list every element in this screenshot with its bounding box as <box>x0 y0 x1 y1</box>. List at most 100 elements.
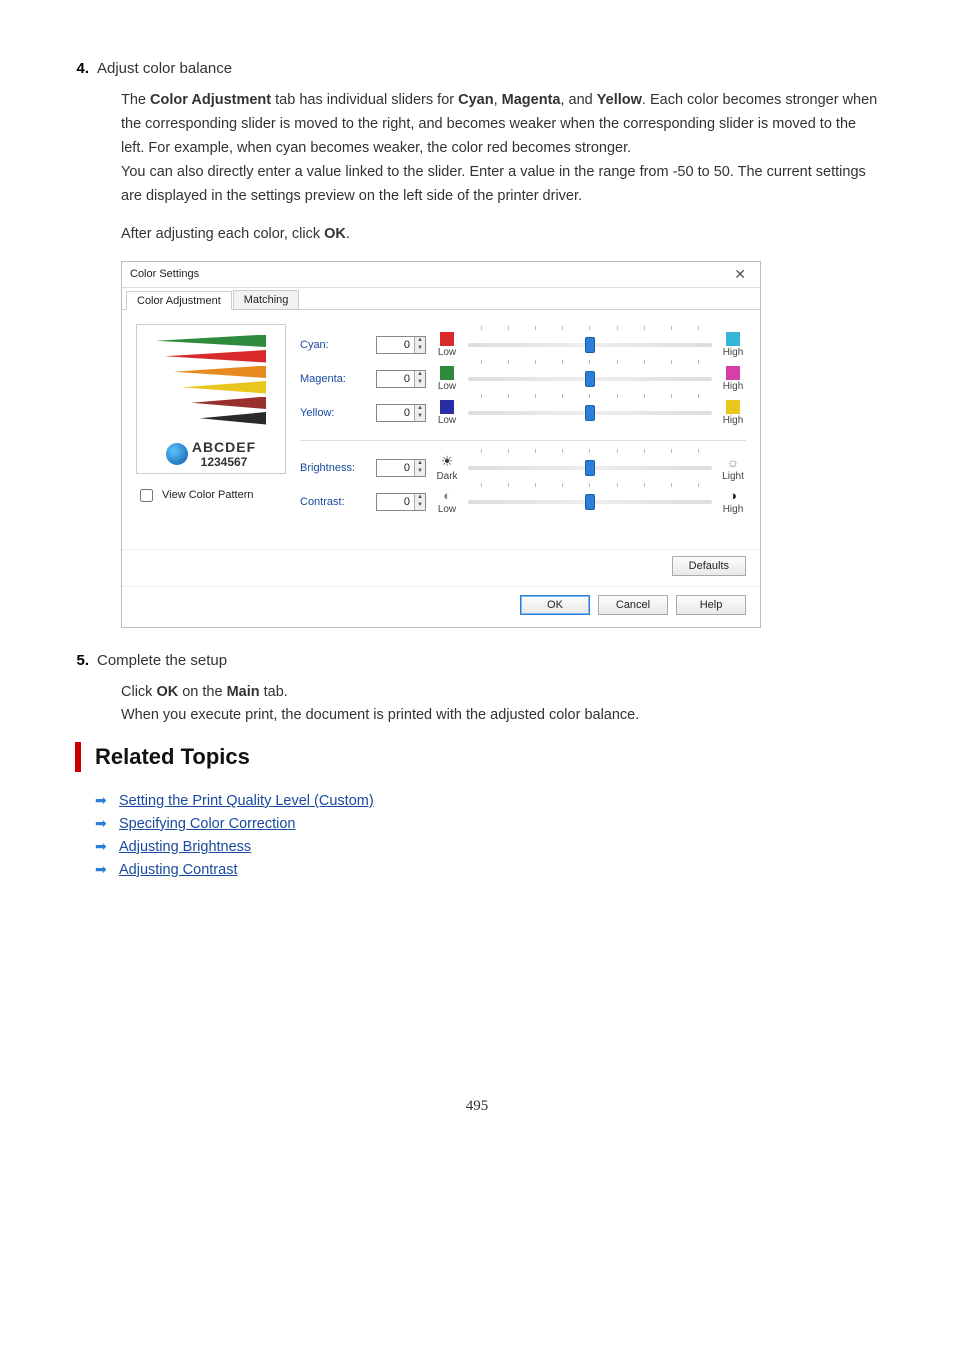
chevron-up-icon[interactable]: ▲ <box>415 337 425 345</box>
spinner-cyan-value[interactable]: 0 <box>377 337 414 353</box>
slider-contrast[interactable] <box>468 491 712 513</box>
swatch-yellow-icon <box>726 400 740 414</box>
swatch-magenta-icon <box>726 366 740 380</box>
arrow-right-icon: ➡ <box>95 792 109 809</box>
swatch-red-icon <box>440 332 454 346</box>
arrow-right-icon: ➡ <box>95 861 109 878</box>
slider-thumb[interactable] <box>585 337 595 353</box>
preview-globe-icon <box>166 443 188 465</box>
label-cyan: Cyan: <box>300 339 368 351</box>
related-item: ➡ Setting the Print Quality Level (Custo… <box>95 792 879 809</box>
row-contrast: Contrast: 0 ▲▼ ◐ Low <box>300 485 746 519</box>
slider-thumb[interactable] <box>585 405 595 421</box>
spinner-contrast-value[interactable]: 0 <box>377 494 414 510</box>
slider-thumb[interactable] <box>585 371 595 387</box>
chevron-down-icon[interactable]: ▼ <box>415 413 425 421</box>
slider-yellow[interactable] <box>468 402 712 424</box>
swatch-cyan-icon <box>726 332 740 346</box>
related-item: ➡ Adjusting Contrast <box>95 861 879 878</box>
slider-cyan[interactable] <box>468 334 712 356</box>
link-adjust-brightness[interactable]: Adjusting Brightness <box>119 839 251 855</box>
step-5-title: Complete the setup <box>97 652 227 669</box>
step-5-number: 5. <box>75 652 97 669</box>
spinner-yellow-value[interactable]: 0 <box>377 405 414 421</box>
preview-sample-text: ABCDEF <box>192 439 256 455</box>
chevron-down-icon[interactable]: ▼ <box>415 379 425 387</box>
low-label-cyan: Low <box>438 347 456 358</box>
spinner-magenta[interactable]: 0 ▲▼ <box>376 370 426 388</box>
help-button[interactable]: Help <box>676 595 746 615</box>
defaults-button[interactable]: Defaults <box>672 556 746 576</box>
label-contrast: Contrast: <box>300 496 368 508</box>
link-print-quality[interactable]: Setting the Print Quality Level (Custom) <box>119 793 374 809</box>
contrast-low-icon: ◐ <box>443 488 451 503</box>
dialog-titlebar: Color Settings ✕ <box>122 262 760 288</box>
slider-thumb[interactable] <box>585 494 595 510</box>
swatch-blue-icon <box>440 400 454 414</box>
spinner-cyan[interactable]: 0 ▲▼ <box>376 336 426 354</box>
low-label-yellow: Low <box>438 415 456 426</box>
sun-dark-icon: ☀ <box>441 453 454 470</box>
slider-magenta[interactable] <box>468 368 712 390</box>
step-5-heading: 5. Complete the setup <box>75 652 879 669</box>
link-color-correction[interactable]: Specifying Color Correction <box>119 816 296 832</box>
related-item: ➡ Adjusting Brightness <box>95 838 879 855</box>
dialog-title: Color Settings <box>130 268 199 280</box>
high-label-yellow: High <box>723 415 744 426</box>
low-label-contrast: Low <box>438 504 456 515</box>
related-topics-block: Related Topics <box>75 742 879 772</box>
chevron-down-icon[interactable]: ▼ <box>415 502 425 510</box>
row-yellow: Yellow: 0 ▲▼ Low <box>300 396 746 430</box>
chevron-up-icon[interactable]: ▲ <box>415 371 425 379</box>
spinner-brightness-value[interactable]: 0 <box>377 460 414 476</box>
view-color-pattern-label: View Color Pattern <box>162 489 254 501</box>
step-4-paragraph-2: After adjusting each color, click OK. <box>75 223 879 247</box>
low-label-brightness: Dark <box>436 471 457 482</box>
step-4-title: Adjust color balance <box>97 60 232 77</box>
chevron-up-icon[interactable]: ▲ <box>415 460 425 468</box>
tab-matching[interactable]: Matching <box>233 290 300 309</box>
preview-sample-number: 1234567 <box>192 455 256 469</box>
related-topics-list: ➡ Setting the Print Quality Level (Custo… <box>95 792 879 878</box>
spinner-yellow[interactable]: 0 ▲▼ <box>376 404 426 422</box>
step-4-number: 4. <box>75 60 97 77</box>
related-item: ➡ Specifying Color Correction <box>95 815 879 832</box>
chevron-up-icon[interactable]: ▲ <box>415 494 425 502</box>
chevron-down-icon[interactable]: ▼ <box>415 468 425 476</box>
sun-light-icon: ☼ <box>727 454 740 470</box>
high-label-cyan: High <box>723 347 744 358</box>
high-label-magenta: High <box>723 381 744 392</box>
label-magenta: Magenta: <box>300 373 368 385</box>
row-magenta: Magenta: 0 ▲▼ Low <box>300 362 746 396</box>
link-adjust-contrast[interactable]: Adjusting Contrast <box>119 862 237 878</box>
spinner-brightness[interactable]: 0 ▲▼ <box>376 459 426 477</box>
page-number: 495 <box>75 1098 879 1115</box>
row-brightness: Brightness: 0 ▲▼ ☀ Dark <box>300 451 746 485</box>
chevron-up-icon[interactable]: ▲ <box>415 405 425 413</box>
slider-thumb[interactable] <box>585 460 595 476</box>
arrow-right-icon: ➡ <box>95 815 109 832</box>
ok-button[interactable]: OK <box>520 595 590 615</box>
preview-wedges <box>156 335 266 425</box>
row-cyan: Cyan: 0 ▲▼ Low <box>300 328 746 362</box>
swatch-green-icon <box>440 366 454 380</box>
view-color-pattern-checkbox[interactable]: View Color Pattern <box>136 486 286 505</box>
related-topics-heading: Related Topics <box>95 742 879 772</box>
contrast-high-icon: ◑ <box>729 488 737 503</box>
spinner-magenta-value[interactable]: 0 <box>377 371 414 387</box>
step-4-paragraph-1: The Color Adjustment tab has individual … <box>75 89 879 209</box>
slider-brightness[interactable] <box>468 457 712 479</box>
high-label-contrast: High <box>723 504 744 515</box>
preview-image: ABCDEF 1234567 <box>136 324 286 474</box>
dialog-tabstrip: Color Adjustment Matching <box>122 288 760 310</box>
step-4-heading: 4. Adjust color balance <box>75 60 879 77</box>
label-brightness: Brightness: <box>300 462 368 474</box>
close-icon[interactable]: ✕ <box>728 266 752 283</box>
step-5-body: Click OK on the Main tab. When you execu… <box>75 681 879 729</box>
label-yellow: Yellow: <box>300 407 368 419</box>
cancel-button[interactable]: Cancel <box>598 595 668 615</box>
chevron-down-icon[interactable]: ▼ <box>415 345 425 353</box>
tab-color-adjustment[interactable]: Color Adjustment <box>126 291 232 310</box>
view-color-pattern-input[interactable] <box>140 489 153 502</box>
spinner-contrast[interactable]: 0 ▲▼ <box>376 493 426 511</box>
